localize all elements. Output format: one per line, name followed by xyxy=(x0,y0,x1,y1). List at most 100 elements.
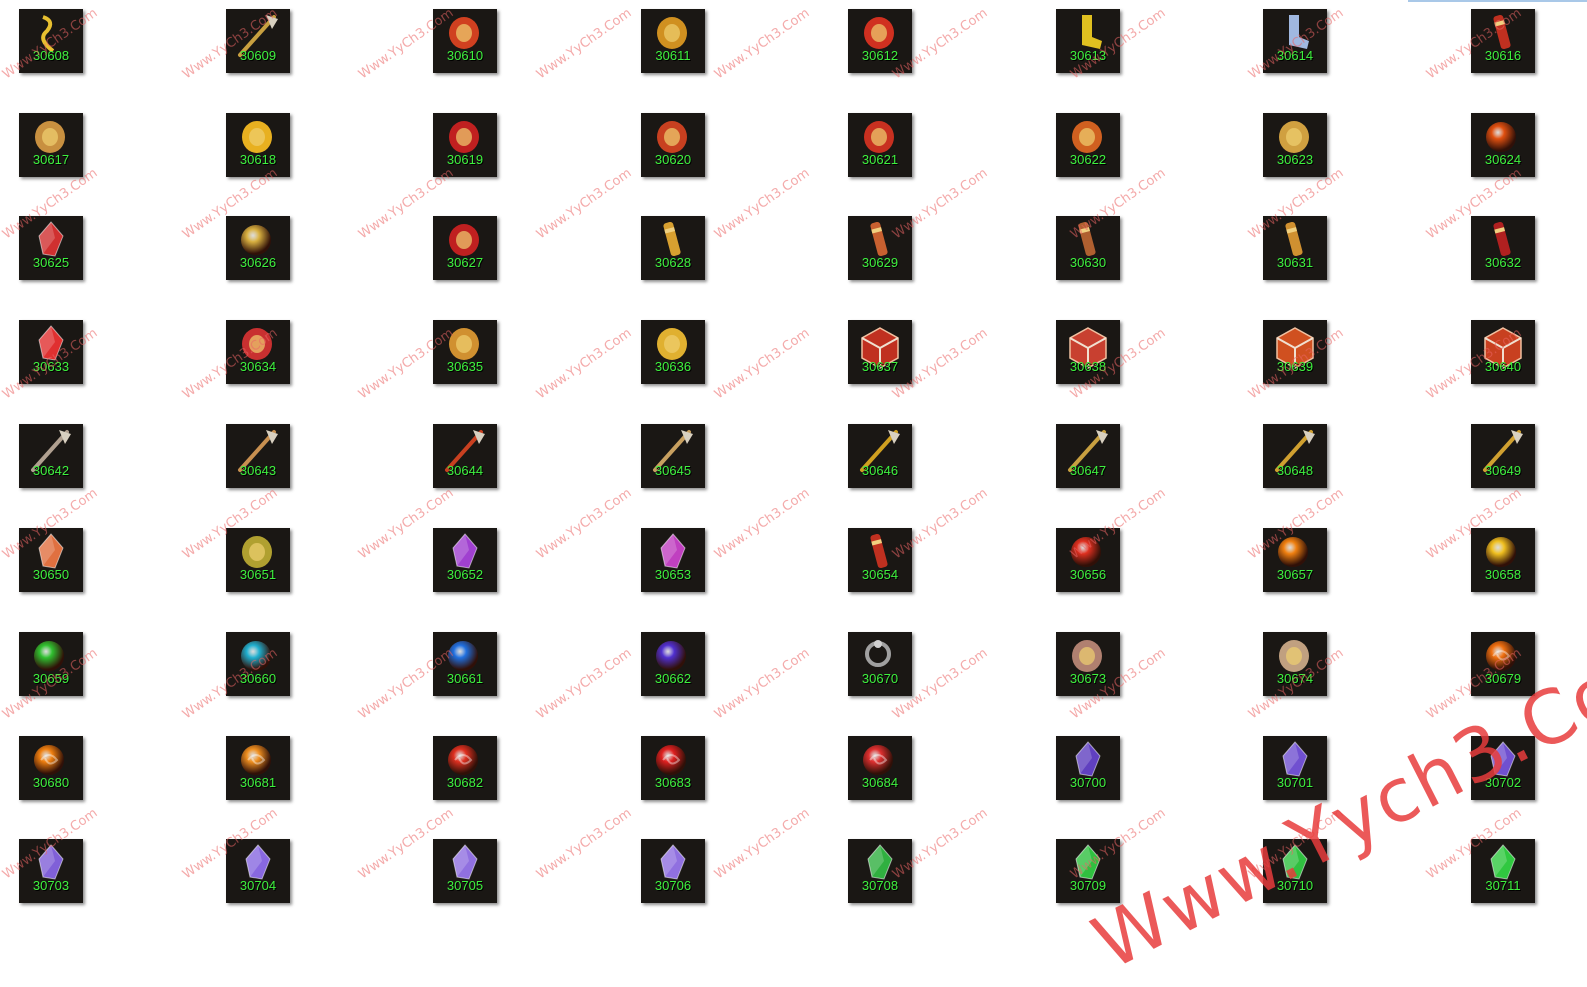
item-tile[interactable]: 30624 xyxy=(1471,113,1535,177)
item-code-label: 30703 xyxy=(32,878,70,893)
item-tile[interactable]: 30640 xyxy=(1471,320,1535,384)
item-tile[interactable]: 30670 xyxy=(848,632,912,696)
item-code-label: 30636 xyxy=(654,359,692,374)
item-code-label: 30627 xyxy=(446,255,484,270)
item-tile[interactable]: 30674 xyxy=(1263,632,1327,696)
item-tile[interactable]: 30654 xyxy=(848,528,912,592)
item-code-label: 30670 xyxy=(861,671,899,686)
item-code-label: 30630 xyxy=(1069,255,1107,270)
item-tile[interactable]: 30660 xyxy=(226,632,290,696)
item-code-label: 30649 xyxy=(1484,463,1522,478)
item-tile[interactable]: 30644 xyxy=(433,424,497,488)
item-code-label: 30661 xyxy=(446,671,484,686)
item-tile[interactable]: 30651 xyxy=(226,528,290,592)
item-tile[interactable]: 30611 xyxy=(641,9,705,73)
item-code-label: 30652 xyxy=(446,567,484,582)
item-tile[interactable]: 30662 xyxy=(641,632,705,696)
item-tile[interactable]: 30652 xyxy=(433,528,497,592)
item-tile[interactable]: 30631 xyxy=(1263,216,1327,280)
item-tile[interactable]: 30701 xyxy=(1263,736,1327,800)
item-tile[interactable]: 30620 xyxy=(641,113,705,177)
item-tile[interactable]: 30642 xyxy=(19,424,83,488)
item-tile[interactable]: 30679 xyxy=(1471,632,1535,696)
item-tile[interactable]: 30614 xyxy=(1263,9,1327,73)
item-tile[interactable]: 30630 xyxy=(1056,216,1120,280)
item-tile[interactable]: 30617 xyxy=(19,113,83,177)
item-code-label: 30674 xyxy=(1276,671,1314,686)
item-code-label: 30624 xyxy=(1484,152,1522,167)
item-tile[interactable]: 30705 xyxy=(433,839,497,903)
item-icon-grid: 30608 30609 30610 30611 30612 30613 30614 30616… xyxy=(0,0,1587,949)
item-tile[interactable]: 30618 xyxy=(226,113,290,177)
item-code-label: 30626 xyxy=(239,255,277,270)
item-tile[interactable]: 30711 xyxy=(1471,839,1535,903)
item-tile[interactable]: 30638 xyxy=(1056,320,1120,384)
item-tile[interactable]: 30658 xyxy=(1471,528,1535,592)
item-code-label: 30659 xyxy=(32,671,70,686)
item-tile[interactable]: 30633 xyxy=(19,320,83,384)
item-code-label: 30617 xyxy=(32,152,70,167)
item-tile[interactable]: 30635 xyxy=(433,320,497,384)
item-tile[interactable]: 30684 xyxy=(848,736,912,800)
item-tile[interactable]: 30657 xyxy=(1263,528,1327,592)
item-tile[interactable]: 30682 xyxy=(433,736,497,800)
item-tile[interactable]: 30634 xyxy=(226,320,290,384)
item-tile[interactable]: 30628 xyxy=(641,216,705,280)
item-tile[interactable]: 30639 xyxy=(1263,320,1327,384)
item-tile[interactable]: 30636 xyxy=(641,320,705,384)
item-tile[interactable]: 30708 xyxy=(848,839,912,903)
item-tile[interactable]: 30681 xyxy=(226,736,290,800)
item-code-label: 30621 xyxy=(861,152,899,167)
item-code-label: 30609 xyxy=(239,48,277,63)
item-tile[interactable]: 30661 xyxy=(433,632,497,696)
item-tile[interactable]: 30627 xyxy=(433,216,497,280)
item-code-label: 30653 xyxy=(654,567,692,582)
item-tile[interactable]: 30649 xyxy=(1471,424,1535,488)
item-tile[interactable]: 30609 xyxy=(226,9,290,73)
item-code-label: 30648 xyxy=(1276,463,1314,478)
item-tile[interactable]: 30704 xyxy=(226,839,290,903)
item-tile[interactable]: 30673 xyxy=(1056,632,1120,696)
item-tile[interactable]: 30619 xyxy=(433,113,497,177)
item-tile[interactable]: 30683 xyxy=(641,736,705,800)
item-tile[interactable]: 30643 xyxy=(226,424,290,488)
item-code-label: 30616 xyxy=(1484,48,1522,63)
item-code-label: 30644 xyxy=(446,463,484,478)
item-tile[interactable]: 30637 xyxy=(848,320,912,384)
item-tile[interactable]: 30610 xyxy=(433,9,497,73)
item-code-label: 30709 xyxy=(1069,878,1107,893)
item-tile[interactable]: 30700 xyxy=(1056,736,1120,800)
item-tile[interactable]: 30632 xyxy=(1471,216,1535,280)
item-code-label: 30622 xyxy=(1069,152,1107,167)
item-tile[interactable]: 30626 xyxy=(226,216,290,280)
item-tile[interactable]: 30647 xyxy=(1056,424,1120,488)
item-code-label: 30645 xyxy=(654,463,692,478)
item-code-label: 30613 xyxy=(1069,48,1107,63)
item-tile[interactable]: 30659 xyxy=(19,632,83,696)
item-tile[interactable]: 30608 xyxy=(19,9,83,73)
item-tile[interactable]: 30650 xyxy=(19,528,83,592)
item-code-label: 30656 xyxy=(1069,567,1107,582)
item-tile[interactable]: 30645 xyxy=(641,424,705,488)
item-tile[interactable]: 30646 xyxy=(848,424,912,488)
item-tile[interactable]: 30625 xyxy=(19,216,83,280)
item-tile[interactable]: 30653 xyxy=(641,528,705,592)
item-tile[interactable]: 30613 xyxy=(1056,9,1120,73)
item-tile[interactable]: 30648 xyxy=(1263,424,1327,488)
item-code-label: 30638 xyxy=(1069,359,1107,374)
item-tile[interactable]: 30680 xyxy=(19,736,83,800)
item-code-label: 30629 xyxy=(861,255,899,270)
item-tile[interactable]: 30710 xyxy=(1263,839,1327,903)
item-tile[interactable]: 30629 xyxy=(848,216,912,280)
item-tile[interactable]: 30656 xyxy=(1056,528,1120,592)
item-tile[interactable]: 30622 xyxy=(1056,113,1120,177)
item-tile[interactable]: 30709 xyxy=(1056,839,1120,903)
item-tile[interactable]: 30702 xyxy=(1471,736,1535,800)
item-tile[interactable]: 30621 xyxy=(848,113,912,177)
item-tile[interactable]: 30623 xyxy=(1263,113,1327,177)
item-code-label: 30681 xyxy=(239,775,277,790)
item-tile[interactable]: 30612 xyxy=(848,9,912,73)
item-tile[interactable]: 30706 xyxy=(641,839,705,903)
item-tile[interactable]: 30703 xyxy=(19,839,83,903)
item-tile[interactable]: 30616 xyxy=(1471,9,1535,73)
